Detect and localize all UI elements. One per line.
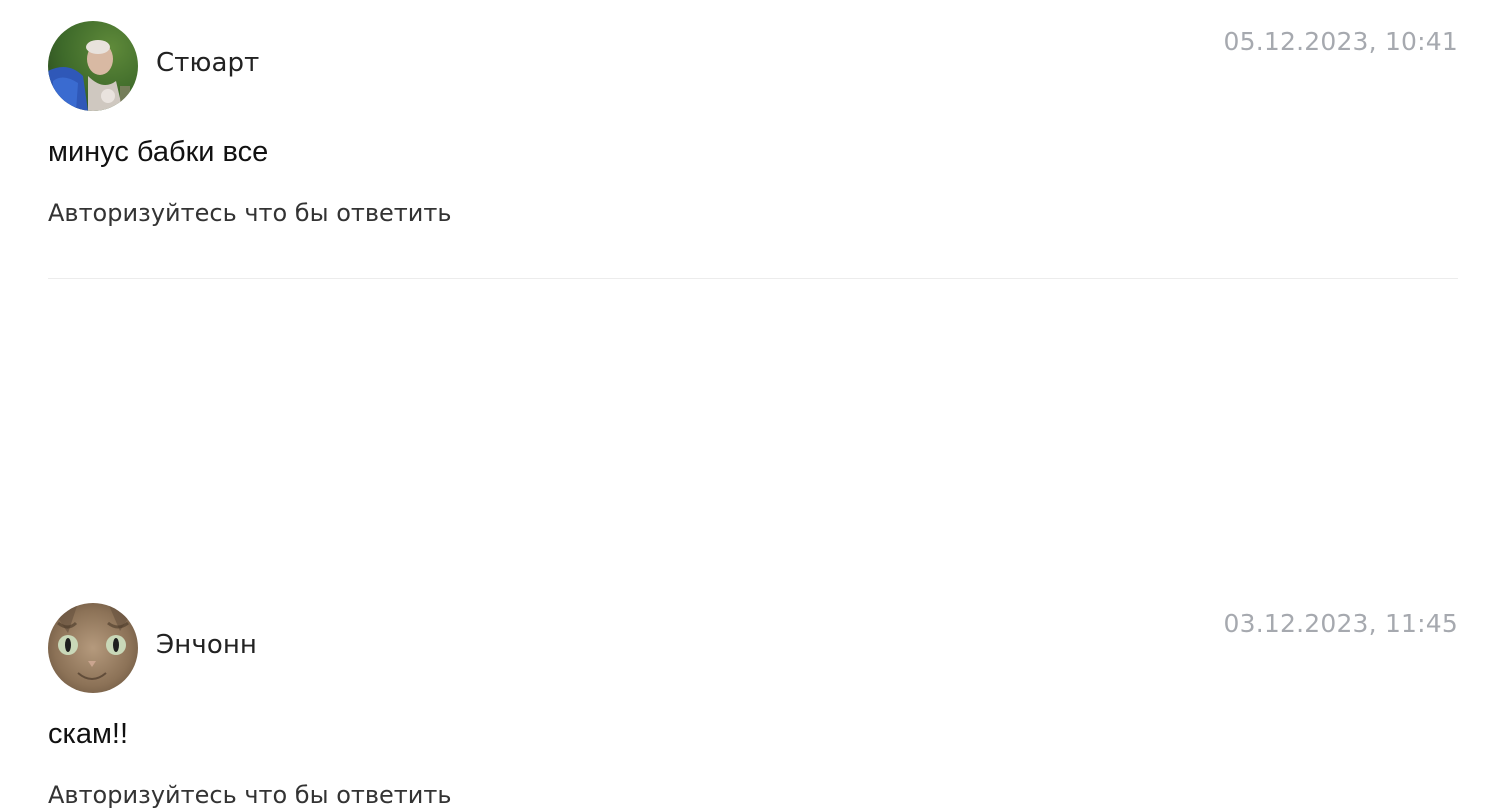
avatar[interactable] <box>48 21 138 111</box>
reply-login-link[interactable]: Авторизуйтесь что бы ответить <box>48 781 451 809</box>
user-photo-avatar-icon <box>48 21 138 111</box>
comment-date: 03.12.2023, 11:45 <box>1223 609 1458 638</box>
comment-author: Стюарт <box>156 48 260 78</box>
comment-item: Энчонн 03.12.2023, 11:45 скам!! Авторизу… <box>48 279 1458 809</box>
comment-author: Энчонн <box>156 630 258 660</box>
avatar[interactable] <box>48 603 138 693</box>
comment-item: Стюарт 05.12.2023, 10:41 минус бабки все… <box>48 0 1458 279</box>
comment-text: скам!! <box>48 718 129 750</box>
cat-photo-avatar-icon <box>48 603 138 693</box>
reply-login-link[interactable]: Авторизуйтесь что бы ответить <box>48 199 451 227</box>
comment-date: 05.12.2023, 10:41 <box>1223 27 1458 56</box>
comment-text: минус бабки все <box>48 136 269 168</box>
comments-list: Стюарт 05.12.2023, 10:41 минус бабки все… <box>48 0 1458 809</box>
